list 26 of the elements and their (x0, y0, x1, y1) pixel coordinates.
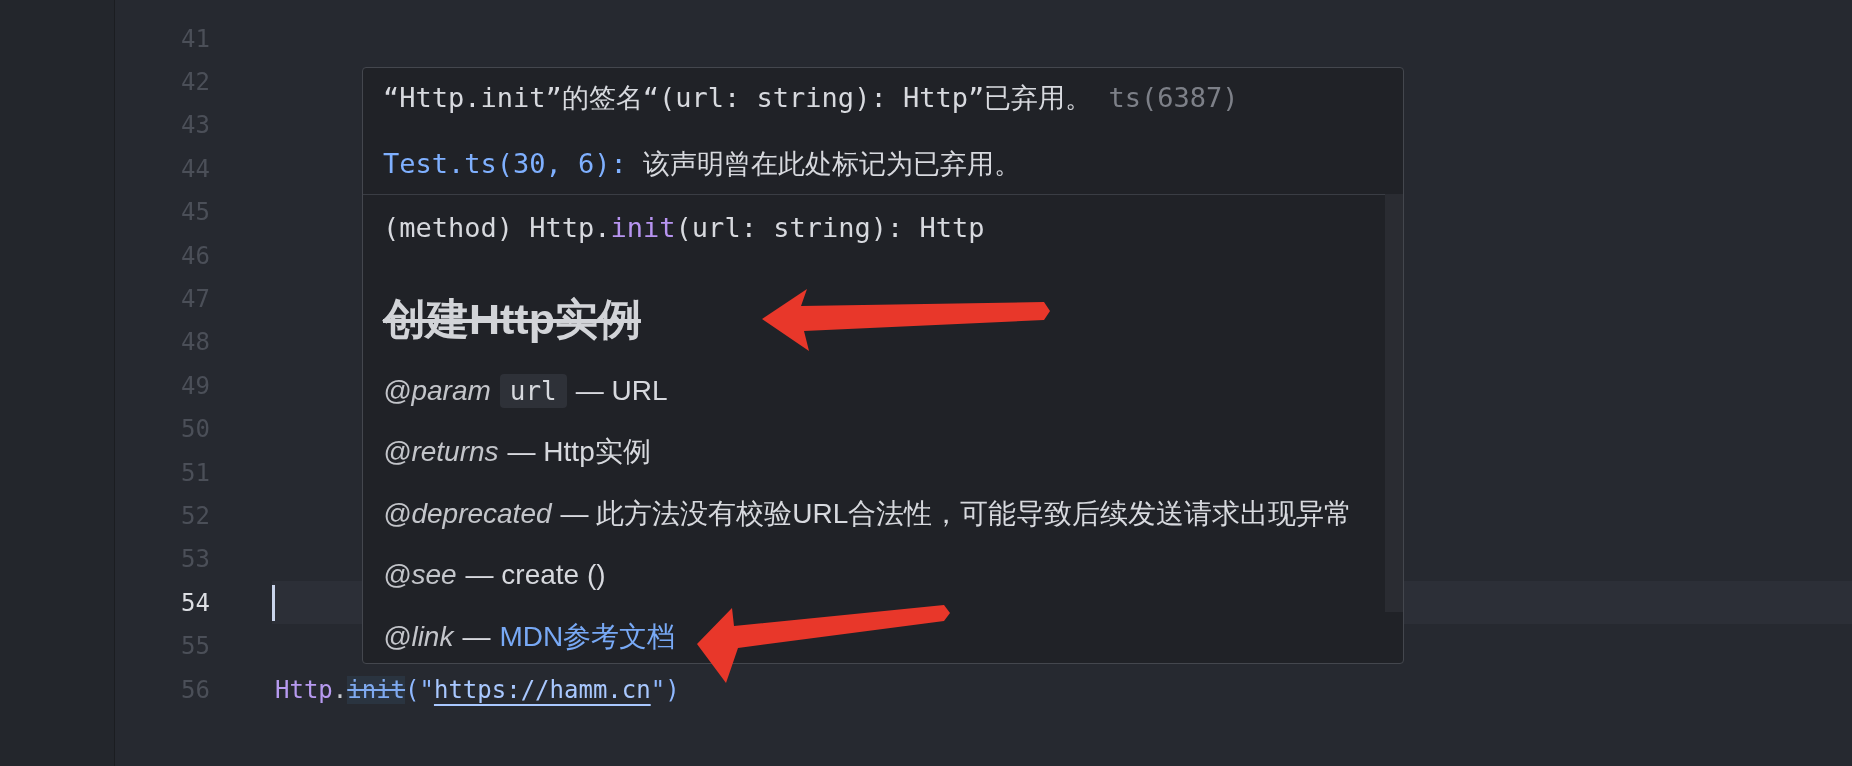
doc-tag: @param (383, 374, 491, 407)
code-token: (" (405, 675, 434, 704)
doc-heading: 创建Http实例 (383, 294, 641, 345)
related-location-link[interactable]: Test.ts(30, 6): (383, 148, 627, 179)
inline-code: url (499, 373, 567, 408)
code-token: . (332, 675, 348, 704)
doc-tag: @see (383, 559, 457, 592)
doc-link[interactable]: MDN参考文档 (499, 617, 676, 656)
tag-description: — create () (465, 559, 606, 592)
deprecation-message: “Http.init”的签名“(url: string): Http”已弃用。 ts(6387) (383, 81, 1240, 115)
doc-tag: @deprecated (383, 497, 552, 530)
doc-tag: @returns (383, 436, 499, 469)
tag-description: — 此方法没有校验URL合法性，可能导致后续发送请求出现异常 (560, 496, 1353, 531)
related-message: 该声明曾在此处标记为已弃用。 (643, 148, 1022, 179)
text-cursor (272, 584, 275, 621)
code-token: Http (275, 675, 333, 704)
scrollbar[interactable] (1385, 194, 1403, 612)
code-token: ") (650, 675, 680, 704)
code-token: init (347, 675, 406, 704)
doc-tag: @link (383, 620, 454, 653)
url-link[interactable]: https://hamm.cn (433, 675, 651, 704)
tag-description: — (462, 620, 491, 653)
method-signature: (method) Http.init(url: string): Http (383, 211, 986, 245)
line-number: 54 (180, 588, 210, 617)
tag-description: — Http实例 (507, 435, 651, 470)
tag-description: — URL (575, 374, 668, 407)
